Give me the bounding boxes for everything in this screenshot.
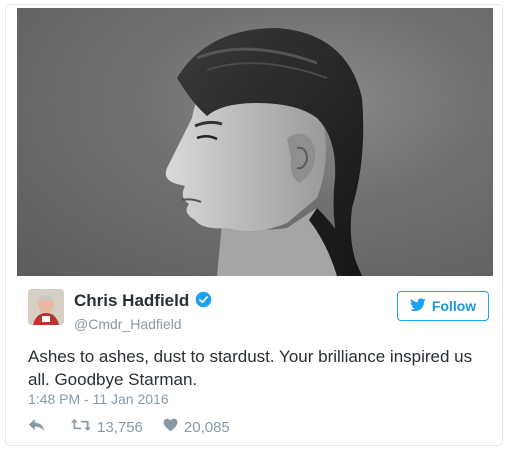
tweet-text: Ashes to ashes, dust to stardust. Your b…: [28, 347, 473, 389]
tweet-actions: 13,756 20,085: [28, 417, 230, 437]
follow-label: Follow: [431, 298, 477, 314]
retweet-count: 13,756: [97, 418, 143, 436]
like-button[interactable]: 20,085: [163, 418, 230, 436]
verified-badge-icon: [195, 291, 212, 313]
portrait-image: [165, 28, 364, 276]
tweet-card: Chris Hadfield @Cmdr_Hadfield Follow Ash…: [5, 4, 503, 446]
retweet-button[interactable]: 13,756: [71, 418, 143, 436]
retweet-icon: [71, 418, 91, 436]
avatar-image: [28, 289, 64, 325]
follow-button[interactable]: Follow: [397, 291, 489, 321]
author-avatar[interactable]: [28, 289, 64, 325]
like-count: 20,085: [183, 418, 230, 436]
tweet-timestamp[interactable]: 1:48 PM - 11 Jan 2016: [28, 391, 169, 407]
author-name[interactable]: Chris Hadfield: [74, 291, 189, 310]
twitter-bird-icon: [409, 297, 426, 315]
heart-icon: [163, 418, 178, 436]
tweet-header: Chris Hadfield @Cmdr_Hadfield Follow: [28, 289, 493, 333]
reply-button[interactable]: [28, 418, 45, 436]
reply-arrow-icon: [28, 418, 45, 436]
author-handle[interactable]: @Cmdr_Hadfield: [74, 316, 212, 332]
tweet-photo[interactable]: [17, 8, 493, 276]
